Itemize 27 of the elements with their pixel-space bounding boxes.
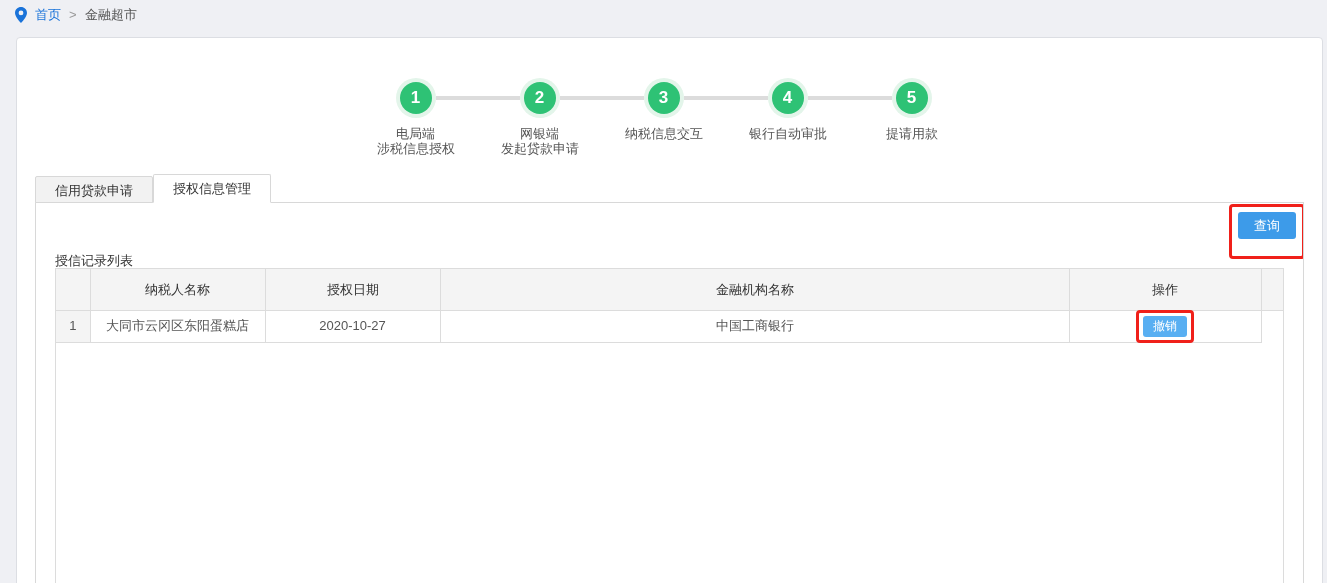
revoke-button[interactable]: 撤销 <box>1143 315 1187 337</box>
step-label: 电局端 涉税信息授权 <box>375 126 456 156</box>
step-label: 提请用款 <box>884 126 939 141</box>
breadcrumb-current: 金融超市 <box>84 6 137 25</box>
step-marker: 2 <box>519 78 560 118</box>
column-header: 操作 <box>1069 269 1261 310</box>
location-pin-icon <box>15 7 27 23</box>
query-button[interactable]: 查询 <box>1238 212 1296 239</box>
column-header: 金融机构名称 <box>440 269 1069 310</box>
row-number: 1 <box>56 310 90 342</box>
table-cell: 中国工商银行 <box>440 310 1069 342</box>
tab[interactable]: 信用贷款申请 <box>35 176 153 203</box>
step-label: 银行自动审批 <box>747 126 828 141</box>
table-cell: 2020-10-27 <box>265 310 440 342</box>
step-marker: 4 <box>767 78 808 118</box>
column-header: 纳税人名称 <box>90 269 265 310</box>
step-label: 网银端 发起贷款申请 <box>499 126 580 156</box>
table-cell: 大同市云冈区东阳蛋糕店 <box>90 310 265 342</box>
step-marker: 1 <box>395 78 436 118</box>
breadcrumb-separator: > <box>69 6 77 25</box>
list-title: 授信记录列表 <box>55 253 134 268</box>
step-marker: 5 <box>891 78 932 118</box>
column-header: 授权日期 <box>265 269 440 310</box>
breadcrumb-link[interactable]: 首页 <box>35 5 61 25</box>
tab[interactable]: 授权信息管理 <box>153 174 271 203</box>
step-label: 纳税信息交互 <box>623 126 704 141</box>
step-marker: 3 <box>643 78 684 118</box>
